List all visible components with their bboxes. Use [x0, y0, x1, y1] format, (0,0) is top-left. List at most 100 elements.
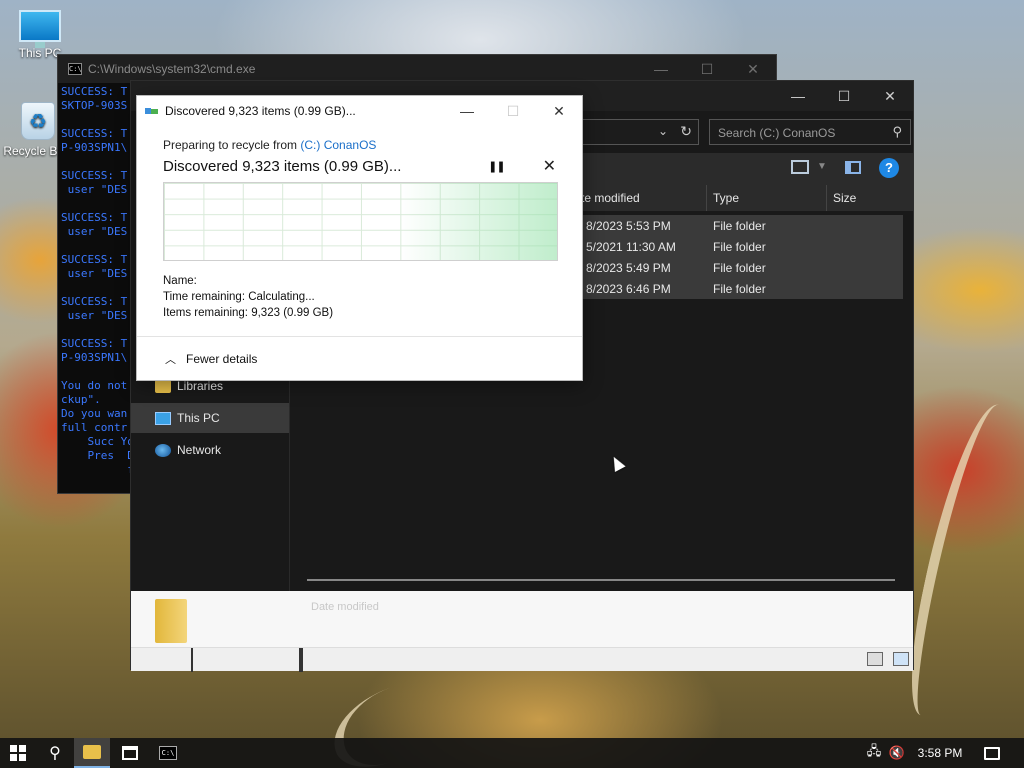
- nav-item-this-pc[interactable]: This PC: [131, 403, 289, 433]
- cell-date: 8/2023 6:46 PM: [586, 282, 671, 296]
- preview-pane-icon[interactable]: [845, 161, 861, 174]
- chevron-down-icon[interactable]: ▼: [817, 161, 827, 172]
- search-button[interactable]: ⚲: [38, 738, 72, 768]
- close-button[interactable]: ✕: [536, 103, 582, 120]
- file-explorer-icon: [83, 745, 101, 759]
- status-segment: [131, 648, 193, 672]
- status-bar: [131, 647, 913, 672]
- close-button[interactable]: ✕: [730, 61, 776, 78]
- status-segment: [193, 648, 301, 672]
- desktop-icon-this-pc[interactable]: This PC: [2, 10, 78, 60]
- column-date-modified[interactable]: te modified: [581, 191, 640, 205]
- libraries-icon: [155, 379, 171, 393]
- details-date-label: Date modified: [311, 601, 379, 613]
- cell-type: File folder: [713, 240, 766, 254]
- cmd-title: C:\Windows\system32\cmd.exe: [88, 62, 256, 76]
- details-view-button[interactable]: [867, 652, 883, 666]
- large-icons-view-button[interactable]: [893, 652, 909, 666]
- cell-type: File folder: [713, 282, 766, 296]
- preparing-prefix: Preparing to recycle from: [163, 138, 301, 152]
- items-remaining-value: 9,323 (0.99 GB): [251, 307, 334, 319]
- this-pc-icon: [19, 10, 61, 48]
- table-row[interactable]: 8/2023 6:46 PM File folder: [581, 278, 903, 299]
- column-type[interactable]: Type: [713, 191, 739, 205]
- cell-type: File folder: [713, 261, 766, 275]
- navigation-pane: Libraries This PC Network: [131, 371, 289, 467]
- column-headers: te modified Type Size: [581, 185, 913, 211]
- nav-item-label: Network: [177, 443, 222, 457]
- cmd-titlebar[interactable]: C:\ C:\Windows\system32\cmd.exe — ☐ ✕: [58, 55, 776, 83]
- clock[interactable]: 3:58 PM: [910, 738, 970, 768]
- network-icon: 🖧: [866, 743, 882, 758]
- cell-date: 8/2023 5:49 PM: [586, 261, 671, 275]
- nav-item-network[interactable]: Network: [131, 435, 289, 465]
- this-pc-icon: [155, 411, 171, 425]
- taskbar-store[interactable]: [112, 738, 148, 768]
- status-text: Discovered 9,323 items (0.99 GB)...: [163, 157, 402, 175]
- cmd-icon: C:\: [68, 63, 82, 75]
- windows-logo-icon: [10, 745, 26, 761]
- search-placeholder: Search (C:) ConanOS: [718, 126, 836, 140]
- file-list: 8/2023 5:53 PM File folder 5/2021 11:30 …: [581, 215, 903, 299]
- source-link[interactable]: (C:) ConanOS: [300, 138, 376, 152]
- minimize-button[interactable]: —: [775, 81, 821, 111]
- search-icon: ⚲: [49, 745, 61, 762]
- table-row[interactable]: 8/2023 5:49 PM File folder: [581, 257, 903, 278]
- recycle-progress-dialog[interactable]: Discovered 9,323 items (0.99 GB)... — ☐ …: [136, 95, 583, 381]
- search-icon: ⚲: [892, 124, 902, 139]
- maximize-button[interactable]: ☐: [684, 61, 730, 78]
- nav-item-label: Libraries: [177, 379, 224, 393]
- nav-item-label: This PC: [177, 411, 220, 425]
- status-segment: [301, 648, 303, 672]
- chevron-down-icon[interactable]: ⌄: [658, 124, 668, 138]
- horizontal-scrollbar[interactable]: [307, 579, 895, 581]
- table-row[interactable]: 5/2021 11:30 AM File folder: [581, 236, 903, 257]
- search-input[interactable]: Search (C:) ConanOS ⚲: [709, 119, 911, 145]
- table-row[interactable]: 8/2023 5:53 PM File folder: [581, 215, 903, 236]
- folder-icon: [155, 599, 187, 643]
- volume-muted-icon: 🔇: [888, 745, 906, 760]
- taskbar-file-explorer[interactable]: [74, 738, 110, 768]
- minimize-button[interactable]: —: [444, 103, 490, 120]
- pause-button[interactable]: ❚❚: [488, 160, 505, 173]
- maximize-button[interactable]: ☐: [821, 81, 867, 111]
- taskbar-cmd[interactable]: C:\: [150, 738, 186, 768]
- cancel-button[interactable]: ✕: [543, 156, 556, 176]
- network-icon: [155, 443, 171, 457]
- column-divider[interactable]: [826, 185, 827, 211]
- cmd-icon: C:\: [159, 746, 177, 760]
- volume-tray[interactable]: 🔇: [886, 738, 908, 768]
- column-size[interactable]: Size: [833, 191, 856, 205]
- fewer-details-label: Fewer details: [186, 351, 258, 366]
- close-button[interactable]: ✕: [867, 81, 913, 111]
- cell-type: File folder: [713, 219, 766, 233]
- column-divider[interactable]: [706, 185, 707, 211]
- refresh-icon[interactable]: ↻: [680, 123, 692, 140]
- address-bar[interactable]: ⌄ ↻: [571, 119, 699, 145]
- file-transfer-icon: [145, 105, 159, 117]
- chevron-up-icon: ︿: [165, 353, 176, 366]
- fewer-details-toggle[interactable]: ︿ Fewer details: [137, 336, 582, 380]
- help-icon[interactable]: ?: [879, 158, 899, 178]
- explorer-toolbar: ▼ ?: [581, 153, 913, 185]
- notification-icon: [984, 746, 1000, 760]
- details-info: Name: Time remaining: Calculating... Ite…: [163, 273, 556, 321]
- network-tray[interactable]: 🖧: [862, 738, 886, 768]
- dialog-title: Discovered 9,323 items (0.99 GB)...: [165, 104, 356, 118]
- cell-date: 5/2021 11:30 AM: [586, 240, 676, 254]
- minimize-button[interactable]: —: [638, 61, 684, 78]
- time-remaining-value: Calculating...: [248, 291, 315, 303]
- dialog-titlebar[interactable]: Discovered 9,323 items (0.99 GB)... — ☐ …: [137, 96, 582, 126]
- notification-center-button[interactable]: [978, 738, 1006, 768]
- name-label: Name:: [163, 275, 197, 287]
- store-icon: [122, 746, 138, 760]
- time-remaining-label: Time remaining:: [163, 291, 246, 303]
- details-pane: Date modified: [131, 591, 913, 647]
- taskbar: ⚲ C:\ 🖧 🔇 3:58 PM: [0, 738, 1024, 768]
- details-view-icon[interactable]: [791, 160, 809, 174]
- items-remaining-label: Items remaining:: [163, 307, 249, 319]
- speed-graph: [163, 182, 558, 261]
- start-button[interactable]: [0, 738, 36, 768]
- maximize-button: ☐: [506, 102, 520, 119]
- clock-time: 3:58 PM: [917, 746, 963, 760]
